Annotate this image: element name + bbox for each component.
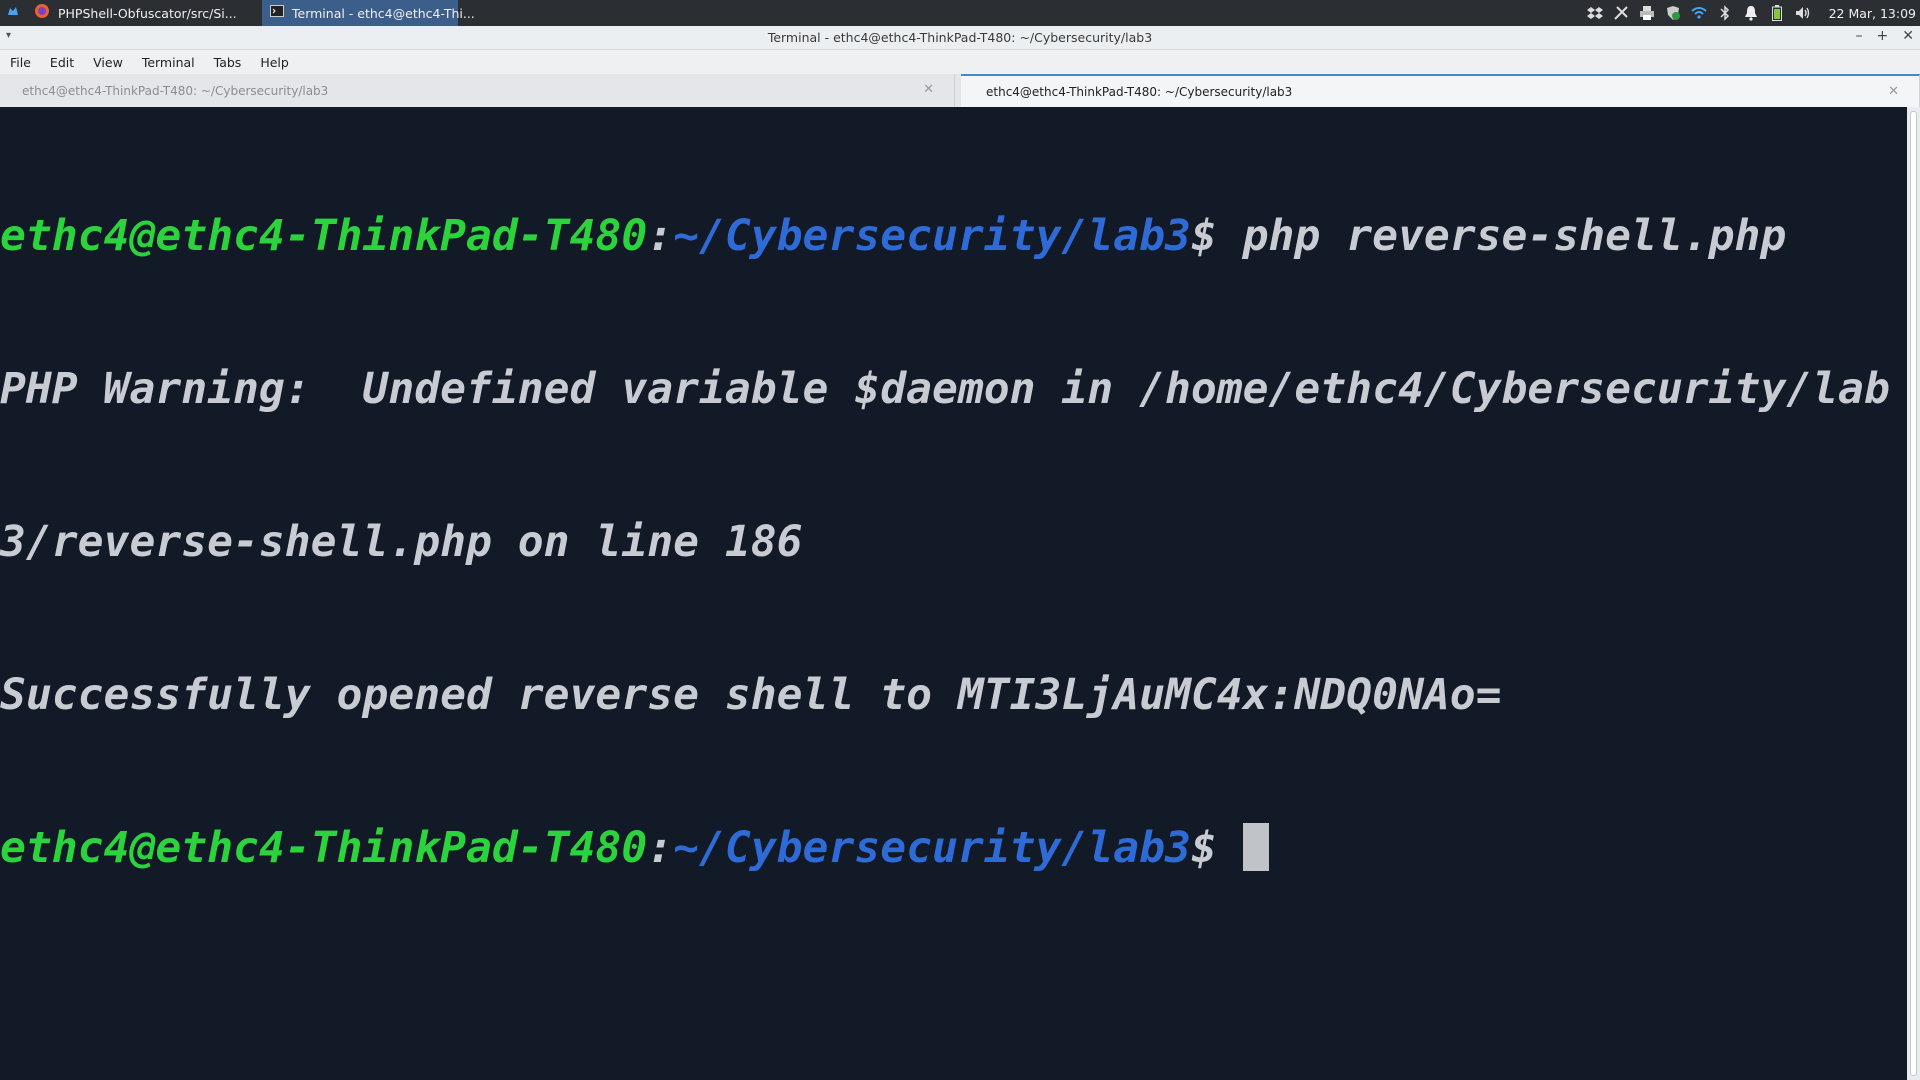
close-tab-icon[interactable]: ✕	[1888, 84, 1899, 99]
terminal-icon	[270, 4, 284, 22]
menu-terminal[interactable]: Terminal	[142, 55, 195, 70]
terminal-line: 3/reverse-shell.php on line 186	[0, 517, 803, 567]
prompt-colon: :	[647, 211, 674, 261]
taskbar-item-terminal[interactable]: Terminal - ethc4@ethc4-Thi...	[262, 0, 475, 26]
menu-tabs[interactable]: Tabs	[214, 55, 242, 70]
window-title: Terminal - ethc4@ethc4-ThinkPad-T480: ~/…	[767, 30, 1153, 45]
tab-terminal-1[interactable]: ethc4@ethc4-ThinkPad-T480: ~/Cybersecuri…	[0, 74, 955, 107]
window-menu-icon[interactable]: ▾	[6, 30, 11, 41]
tab-terminal-2[interactable]: ethc4@ethc4-ThinkPad-T480: ~/Cybersecuri…	[961, 74, 1920, 107]
prompt-path: ~/Cybersecurity/lab3	[673, 823, 1191, 873]
system-tray: 22 Mar, 13:09	[1586, 0, 1920, 26]
wifi-icon[interactable]	[1690, 5, 1707, 21]
prompt-colon: :	[647, 823, 674, 873]
window-controls: – + ✕	[1856, 28, 1914, 44]
terminal-line: ethc4@ethc4-ThinkPad-T480:~/Cybersecurit…	[0, 211, 1907, 262]
top-panel: PHPShell-Obfuscator/src/Si... Terminal -…	[0, 0, 1920, 26]
firefox-icon	[34, 3, 50, 23]
menu-help[interactable]: Help	[260, 55, 289, 70]
scrollbar-thumb[interactable]	[1910, 111, 1917, 1076]
bluetooth-icon[interactable]	[1717, 5, 1733, 21]
prompt-dollar: $	[1190, 211, 1243, 261]
tab-bar: ethc4@ethc4-ThinkPad-T480: ~/Cybersecuri…	[0, 74, 1920, 107]
shield-icon[interactable]	[1665, 5, 1681, 21]
taskbar-item-label: PHPShell-Obfuscator/src/Si...	[58, 5, 237, 21]
taskbar-item-browser[interactable]: PHPShell-Obfuscator/src/Si...	[26, 0, 262, 26]
printer-icon[interactable]	[1639, 5, 1655, 21]
menu-view[interactable]: View	[93, 55, 123, 70]
menu-edit[interactable]: Edit	[50, 55, 74, 70]
close-icon[interactable]: ✕	[1902, 28, 1914, 44]
battery-icon[interactable]	[1769, 5, 1785, 21]
taskbar-item-label: Terminal - ethc4@ethc4-Thi...	[292, 5, 475, 21]
prompt-user: ethc4@ethc4-ThinkPad-T480	[0, 823, 648, 873]
terminal-cursor	[1242, 823, 1269, 871]
notification-bell-icon[interactable]	[1743, 5, 1759, 21]
terminal-line: ethc4@ethc4-ThinkPad-T480:~/Cybersecurit…	[0, 823, 1907, 874]
terminal-scrollbar[interactable]	[1907, 107, 1920, 1080]
network-tool-icon[interactable]	[1613, 5, 1629, 21]
terminal-output[interactable]: ethc4@ethc4-ThinkPad-T480:~/Cybersecurit…	[0, 107, 1907, 1080]
dropbox-icon[interactable]	[1586, 5, 1603, 21]
window-title-bar[interactable]: ▾ Terminal - ethc4@ethc4-ThinkPad-T480: …	[0, 26, 1920, 50]
tab-label: ethc4@ethc4-ThinkPad-T480: ~/Cybersecuri…	[986, 84, 1293, 99]
volume-icon[interactable]	[1795, 5, 1811, 21]
menu-bar: File Edit View Terminal Tabs Help	[0, 50, 1920, 74]
prompt-dollar: $	[1190, 823, 1243, 873]
menu-file[interactable]: File	[10, 55, 31, 70]
maximize-icon[interactable]: +	[1877, 28, 1889, 44]
terminal-line: PHP Warning: Undefined variable $daemon …	[0, 364, 1890, 414]
prompt-path: ~/Cybersecurity/lab3	[673, 211, 1191, 261]
prompt-user: ethc4@ethc4-ThinkPad-T480	[0, 211, 648, 261]
tab-label: ethc4@ethc4-ThinkPad-T480: ~/Cybersecuri…	[22, 83, 329, 98]
minimize-icon[interactable]: –	[1856, 28, 1863, 44]
terminal-line: Successfully opened reverse shell to MTI…	[0, 670, 1502, 720]
app-menu-button[interactable]	[0, 0, 26, 26]
app-menu-icon	[6, 4, 20, 22]
command-text: php reverse-shell.php	[1242, 211, 1787, 261]
close-tab-icon[interactable]: ✕	[923, 82, 934, 97]
clock[interactable]: 22 Mar, 13:09	[1829, 6, 1916, 21]
